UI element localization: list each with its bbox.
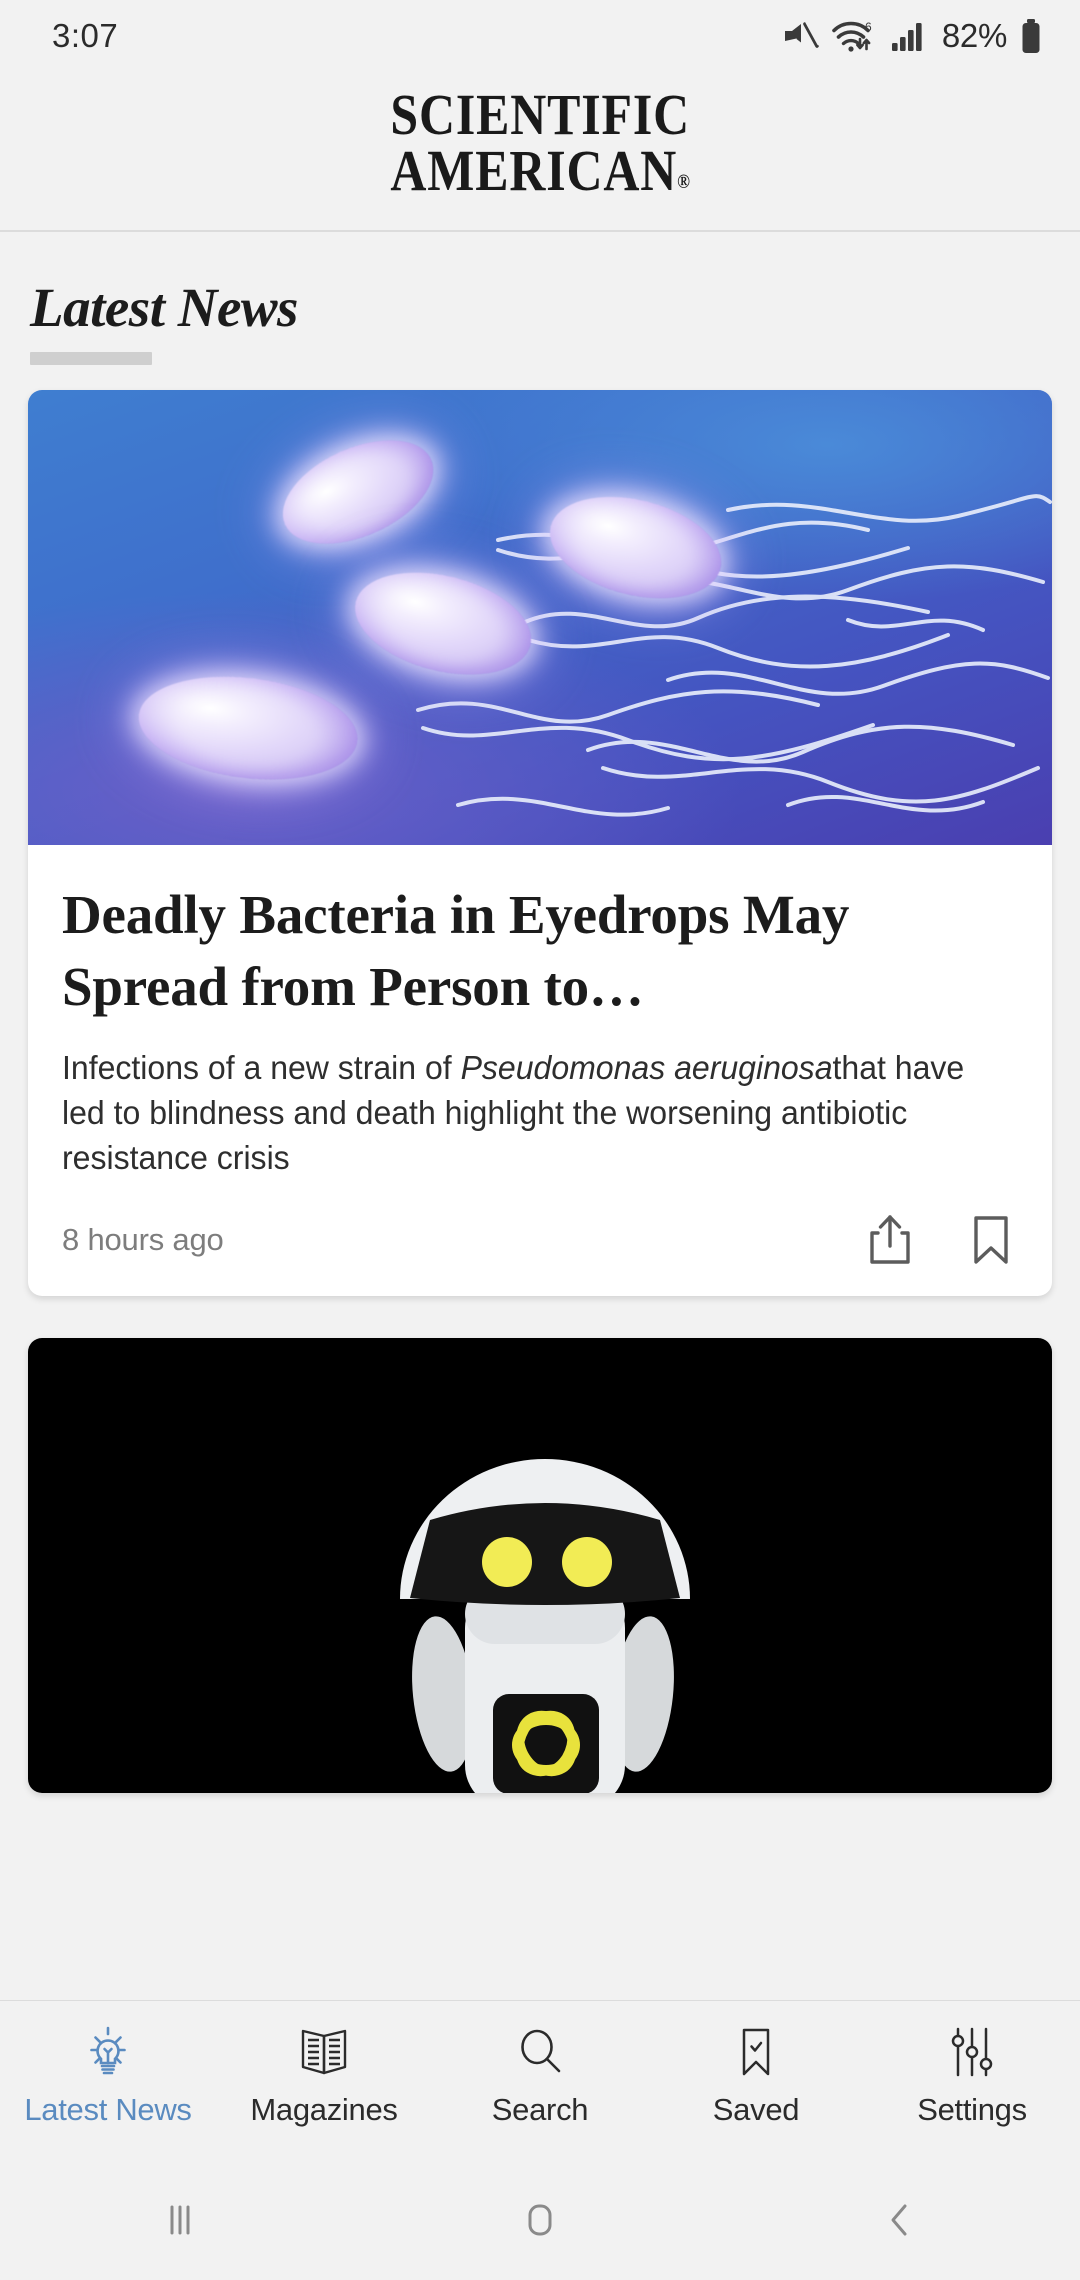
tab-settings[interactable]: Settings [864, 2023, 1080, 2128]
share-icon[interactable] [868, 1214, 912, 1266]
bookmark-check-icon [732, 2023, 780, 2081]
article-dek-species: Pseudomonas aeruginosa [460, 1049, 833, 1086]
masthead-line-1: SCIENTIFIC [390, 81, 690, 147]
tab-label-magazines: Magazines [250, 2092, 398, 2127]
home-icon[interactable] [360, 2194, 720, 2246]
page-title: Latest News [30, 277, 298, 338]
article-hero-image[interactable] [28, 390, 1052, 845]
tab-latest-news[interactable]: Latest News [0, 2023, 216, 2128]
article-action-group [868, 1214, 1018, 1266]
masthead-line-2-text: AMERICAN [390, 137, 677, 203]
tab-label-latest-news: Latest News [24, 2092, 192, 2127]
section-header: Latest News [0, 232, 1080, 365]
android-system-navigation [0, 2160, 1080, 2280]
article-footer: 8 hours ago [28, 1214, 1052, 1296]
lightbulb-icon [80, 2023, 136, 2081]
article-dek: Infections of a new strain of Pseudomona… [62, 1045, 989, 1180]
tab-saved[interactable]: Saved [648, 2023, 864, 2128]
status-clock: 3:07 [52, 17, 119, 54]
ai-robot-graphic [400, 1459, 690, 1793]
back-icon[interactable] [720, 2194, 1080, 2246]
flagella-strands [416, 494, 1052, 817]
battery-percentage: 82% [941, 17, 1007, 54]
tab-search[interactable]: Search [432, 2023, 648, 2128]
recents-icon[interactable] [0, 2194, 360, 2246]
article-headline: Deadly Bacteria in Eyedrops May Spread f… [62, 884, 850, 1017]
sliders-icon [944, 2023, 1000, 2081]
bookmark-icon[interactable] [970, 1215, 1012, 1265]
tab-label-settings: Settings [917, 2092, 1027, 2127]
search-icon [512, 2023, 568, 2081]
article-timestamp: 8 hours ago [62, 1222, 224, 1257]
tab-label-saved: Saved [712, 2092, 800, 2127]
mute-icon [781, 19, 819, 53]
open-book-icon [295, 2023, 353, 2081]
svg-text:6: 6 [865, 20, 872, 34]
phone-screen: 3:07 6 82% SCIENTIFIC AMERICAN® Latest N… [0, 0, 1080, 2280]
tab-label-search: Search [491, 2092, 589, 2127]
article-hero-image[interactable] [28, 1338, 1052, 1793]
masthead-line-2: AMERICAN® [390, 141, 690, 210]
article-dek-part1: Infections of a new strain of [62, 1049, 461, 1086]
article-text-block: Deadly Bacteria in Eyedrops May Spread f… [28, 845, 1052, 1180]
tab-magazines[interactable]: Magazines [216, 2023, 432, 2128]
registered-trademark-icon: ® [676, 170, 690, 193]
app-masthead: SCIENTIFIC AMERICAN® [0, 72, 1080, 232]
article-list: Deadly Bacteria in Eyedrops May Spread f… [0, 365, 1080, 1793]
battery-icon [1020, 18, 1042, 54]
status-icons: 6 82% [781, 17, 1042, 55]
news-feed-scroll[interactable]: Latest News Deadly Bacteria in Eyedrops … [0, 232, 1080, 2000]
cellular-signal-icon [891, 19, 927, 53]
wifi-6-icon: 6 [832, 18, 878, 54]
article-card[interactable] [28, 1338, 1052, 1793]
section-underline [30, 352, 152, 365]
bottom-navigation-bar: Latest News Magazines Search Saved Setti… [0, 2000, 1080, 2160]
status-bar: 3:07 6 82% [0, 0, 1080, 72]
article-card[interactable]: Deadly Bacteria in Eyedrops May Spread f… [28, 390, 1052, 1296]
